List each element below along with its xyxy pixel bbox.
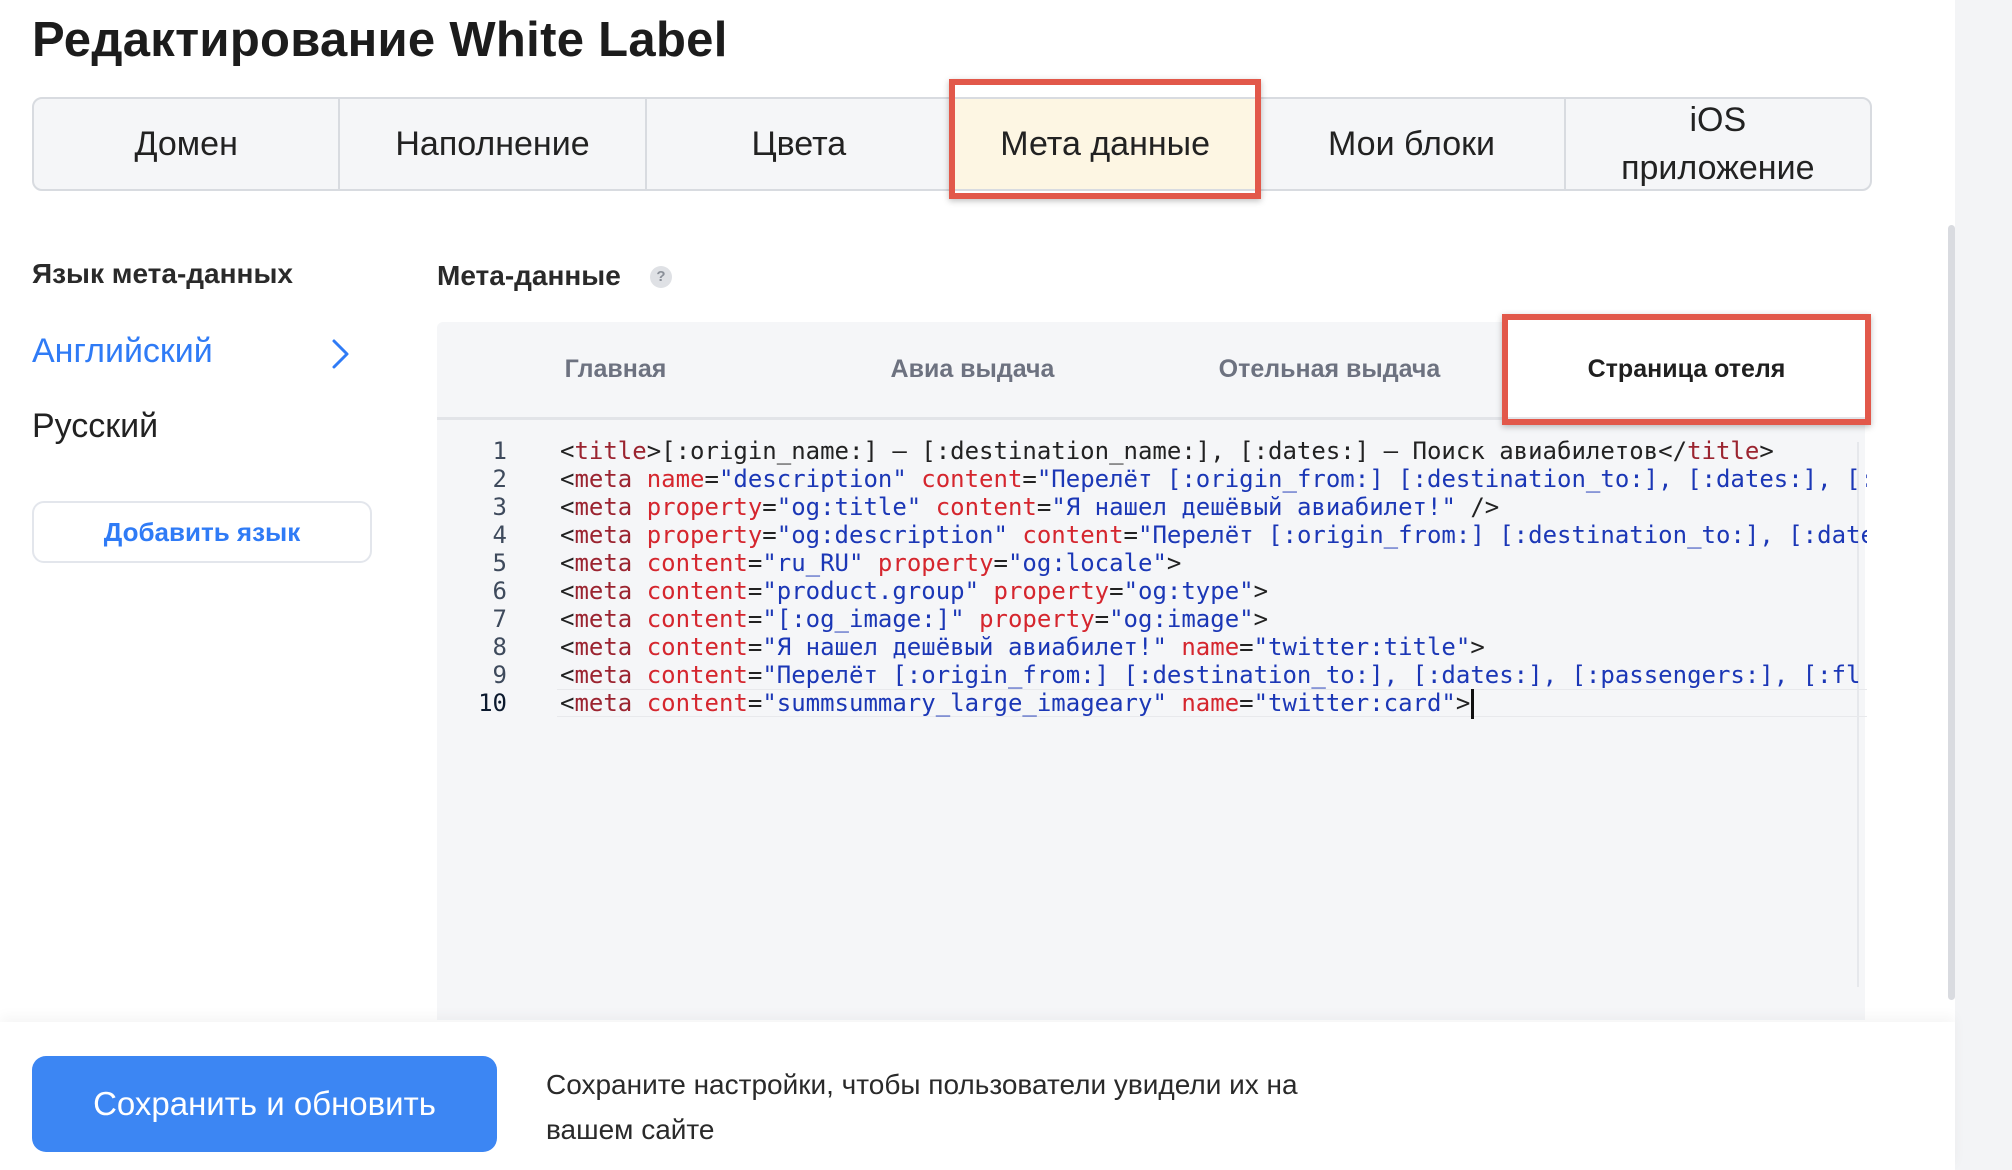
line-number: 10 xyxy=(478,689,507,717)
line-number: 6 xyxy=(492,577,507,605)
code-text: <meta content="[:og_image:]" property="o… xyxy=(560,605,1269,633)
meta-data-heading: Мета-данные xyxy=(437,260,621,291)
language-item-russian[interactable]: Русский xyxy=(32,407,158,446)
bottom-save-bar: Сохранить и обновить Сохраните настройки… xyxy=(0,1022,1955,1170)
line-number: 4 xyxy=(492,521,507,549)
tab-domain[interactable]: Домен xyxy=(34,99,341,189)
add-language-button[interactable]: Добавить язык xyxy=(32,501,372,563)
code-text: <meta content="Я нашел дешёвый авиабилет… xyxy=(560,633,1485,661)
tab-colors[interactable]: Цвета xyxy=(647,99,953,189)
line-number: 3 xyxy=(492,493,507,521)
page-title: Редактирование White Label xyxy=(32,13,728,67)
tab-my-blocks[interactable]: Мои блоки xyxy=(1259,99,1566,189)
code-text: <meta property="og:title" content="Я наш… xyxy=(560,493,1500,521)
text-caret xyxy=(1471,689,1475,719)
tab-content[interactable]: Наполнение xyxy=(340,99,647,189)
meta-editor-panel: Главная Авиа выдача Отельная выдача Стра… xyxy=(437,314,1871,1020)
main-tabs: Домен Наполнение Цвета Мета данные Мои б… xyxy=(32,79,1872,199)
subtab-hotel-results[interactable]: Отельная выдача xyxy=(1151,322,1508,417)
language-item-label: Английский xyxy=(32,332,213,370)
code-line[interactable]: 4 <meta property="og:description" content… xyxy=(437,521,1867,549)
help-icon[interactable]: ? xyxy=(650,266,672,288)
code-text: <meta content="summsummary_large_imagear… xyxy=(560,689,1475,719)
code-line[interactable]: 6 <meta content="product.group" property=… xyxy=(437,577,1867,605)
right-gutter xyxy=(1955,0,2012,1170)
subtab-hotel-page[interactable]: Страница отеля xyxy=(1502,314,1871,425)
tab-meta-data[interactable]: Мета данные xyxy=(948,79,1262,199)
tab-ios-app-label: iOS приложение xyxy=(1621,101,1815,187)
code-text: <meta property="og:description" content=… xyxy=(560,521,1867,549)
code-line[interactable]: 8 <meta content="Я нашел дешёвый авиабиле… xyxy=(437,633,1867,661)
meta-language-heading: Язык мета-данных xyxy=(32,258,293,289)
code-line[interactable]: 1 <title>[:origin_name:] – [:destination_… xyxy=(437,437,1867,465)
subtab-main[interactable]: Главная xyxy=(437,322,794,417)
code-text: <meta content="ru_RU" property="og:local… xyxy=(560,549,1182,577)
save-and-update-button[interactable]: Сохранить и обновить xyxy=(32,1056,497,1152)
code-line[interactable]: 10 <meta content="summsummary_large_image… xyxy=(437,689,1867,719)
code-line[interactable]: 7 <meta content="[:og_image:]" property="… xyxy=(437,605,1867,633)
subtab-avia-results[interactable]: Авиа выдача xyxy=(794,322,1151,417)
language-item-english[interactable]: Английский xyxy=(32,332,352,371)
line-number: 8 xyxy=(492,633,507,661)
code-line[interactable]: 3 <meta property="og:title" content="Я на… xyxy=(437,493,1867,521)
line-number: 5 xyxy=(492,549,507,577)
code-text: <title>[:origin_name:] – [:destination_n… xyxy=(560,437,1774,465)
line-number: 2 xyxy=(492,465,507,493)
page-scrollbar[interactable] xyxy=(1948,225,1955,1000)
code-line[interactable]: 5 <meta content="ru_RU" property="og:loca… xyxy=(437,549,1867,577)
code-line[interactable]: 9 <meta content="Перелёт [:origin_from:] … xyxy=(437,661,1867,689)
tab-ios-app[interactable]: iOS приложение xyxy=(1566,99,1870,189)
meta-sub-tabs: Главная Авиа выдача Отельная выдача Стра… xyxy=(437,314,1871,425)
save-hint-text: Сохраните настройки, чтобы пользователи … xyxy=(546,1069,1298,1145)
code-text: <meta name="description" content="Перелё… xyxy=(560,465,1867,493)
line-number: 9 xyxy=(492,661,507,689)
line-number: 7 xyxy=(492,605,507,633)
code-text: <meta content="product.group" property="… xyxy=(560,577,1269,605)
chevron-right-icon xyxy=(332,339,349,369)
code-editor[interactable]: 1 <title>[:origin_name:] – [:destination_… xyxy=(437,437,1867,1020)
code-line[interactable]: 2 <meta name="description" content="Перел… xyxy=(437,465,1867,493)
language-item-label: Русский xyxy=(32,407,159,445)
line-number: 1 xyxy=(492,437,507,465)
code-text: <meta content="Перелёт [:origin_from:] [… xyxy=(560,661,1861,689)
